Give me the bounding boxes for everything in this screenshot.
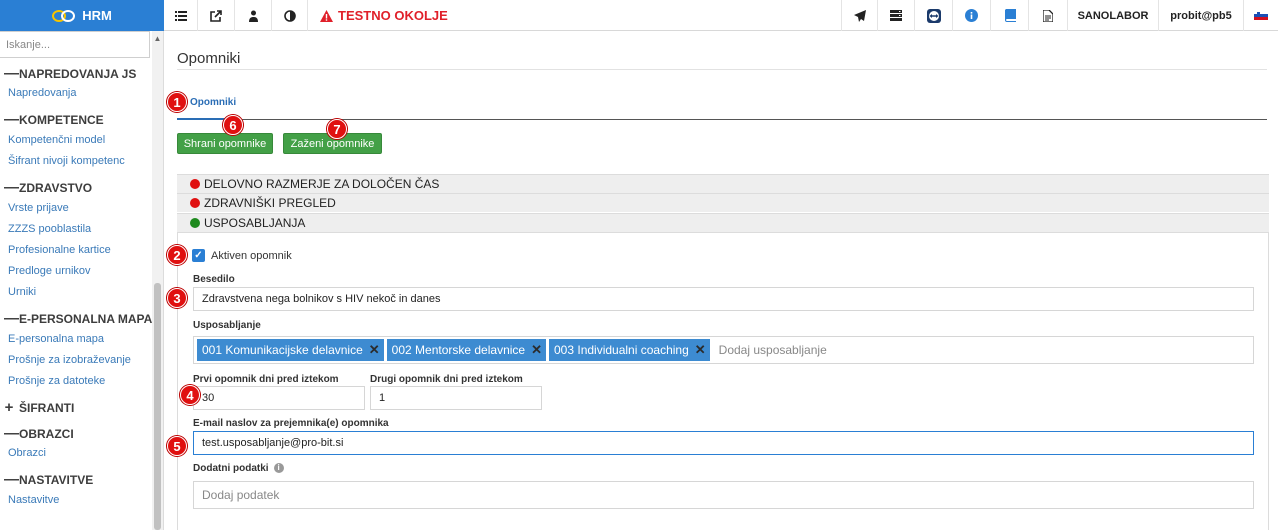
external-link-icon[interactable] xyxy=(198,0,235,31)
sidebar-item-predloge-urnikov[interactable]: Predloge urnikov xyxy=(8,265,91,277)
first-reminder-label: Prvi opomnik dni pred iztekom xyxy=(193,374,339,385)
annotation-badge: 7 xyxy=(327,119,347,139)
sidebar-item-vrste-prijave[interactable]: Vrste prijave xyxy=(8,202,69,214)
collapse-icon: — xyxy=(4,425,19,442)
info-icon[interactable]: i xyxy=(273,463,284,474)
accordion-delovno-razmerje[interactable]: DELOVNO RAZMERJE ZA DOLOČEN ČAS xyxy=(177,174,1269,193)
main-content: Opomniki Opomniki Shrani opomnike Zaženi… xyxy=(165,31,1278,530)
annotation-badge: 2 xyxy=(167,245,187,265)
email-label: E-mail naslov za prejemnika(e) opomnika xyxy=(193,418,389,429)
collapse-icon: — xyxy=(4,471,19,488)
document-icon[interactable] xyxy=(1029,0,1068,31)
app-logo[interactable]: HRM xyxy=(0,0,164,31)
top-bar: HRM TESTNO OKOLJE SANOLABOR probit@pb5 xyxy=(0,0,1278,31)
second-reminder-input[interactable]: 1 xyxy=(370,386,542,410)
collapse-icon: — xyxy=(4,179,19,196)
text-label: Besedilo xyxy=(193,274,235,285)
remove-tag-icon[interactable]: ✕ xyxy=(695,342,706,358)
server-icon[interactable] xyxy=(878,0,915,31)
sidebar-item-e-personalna-mapa[interactable]: E-personalna mapa xyxy=(8,333,104,345)
sidebar-item-napredovanja[interactable]: Napredovanja xyxy=(8,87,77,99)
info-icon[interactable] xyxy=(953,0,991,31)
environment-indicator: TESTNO OKOLJE xyxy=(308,0,460,31)
send-icon[interactable] xyxy=(841,0,878,31)
save-reminders-button[interactable]: Shrani opomnike xyxy=(177,133,273,154)
training-label: Usposabljanje xyxy=(193,320,261,331)
book-icon[interactable] xyxy=(991,0,1029,31)
title-divider xyxy=(177,69,1267,70)
sidebar-section-napredovanja[interactable]: — NAPREDOVANJA JS xyxy=(4,66,136,81)
annotation-badge: 3 xyxy=(167,288,187,308)
sidebar-section-e-personalna-mapa[interactable]: — E-PERSONALNA MAPA xyxy=(4,311,152,326)
list-icon[interactable] xyxy=(164,0,198,31)
sidebar-item-obrazci[interactable]: Obrazci xyxy=(8,447,46,459)
text-input[interactable]: Zdravstvena nega bolnikov s HIV nekoč in… xyxy=(193,287,1254,311)
logo-text: HRM xyxy=(82,8,112,23)
second-reminder-label: Drugi opomnik dni pred iztekom xyxy=(370,374,523,385)
sidebar-section-obrazci[interactable]: — OBRAZCI xyxy=(4,426,74,441)
status-dot-red xyxy=(190,179,200,189)
status-dot-green xyxy=(190,218,200,228)
annotation-badge: 1 xyxy=(167,92,187,112)
sidebar-item-urniki[interactable]: Urniki xyxy=(8,286,36,298)
accordion-zdravniski-pregled[interactable]: ZDRAVNIŠKI PREGLED xyxy=(177,193,1269,212)
logo-icon xyxy=(52,9,76,23)
sidebar-section-nastavitve[interactable]: — NASTAVITVE xyxy=(4,472,93,487)
page-title: Opomniki xyxy=(177,50,241,67)
sidebar-item-prosnje-datoteke[interactable]: Prošnje za datoteke xyxy=(8,375,105,387)
active-reminder-label: Aktiven opomnik xyxy=(211,250,292,262)
annotation-badge: 5 xyxy=(167,436,187,456)
training-tag: 002 Mentorske delavnice ✕ xyxy=(386,339,546,361)
annotation-badge: 6 xyxy=(223,115,243,135)
extra-data-label: Dodatni podatki i xyxy=(193,463,284,474)
sidebar: ▲ — NAPREDOVANJA JS Napredovanja — KOMPE… xyxy=(0,31,164,530)
training-add-placeholder[interactable]: Dodaj usposabljanje xyxy=(719,343,827,357)
training-tag: 003 Individualni coaching ✕ xyxy=(549,339,710,361)
sidebar-item-nastavitve[interactable]: Nastavitve xyxy=(8,494,59,506)
training-tag-input[interactable]: 001 Komunikacijske delavnice ✕ 002 Mento… xyxy=(193,336,1254,364)
email-input[interactable]: test.usposabljanje@pro-bit.si xyxy=(193,431,1254,455)
collapse-icon: — xyxy=(4,310,19,327)
sidebar-search-input[interactable] xyxy=(0,31,150,58)
contrast-icon[interactable] xyxy=(272,0,308,31)
sidebar-item-zzzs-pooblastila[interactable]: ZZZS pooblastila xyxy=(8,223,91,235)
teamviewer-icon[interactable] xyxy=(915,0,953,31)
training-tag: 001 Komunikacijske delavnice ✕ xyxy=(197,339,384,361)
sidebar-item-prosnje-izobrazevanje[interactable]: Prošnje za izobraževanje xyxy=(8,354,131,366)
collapse-icon: — xyxy=(4,65,19,82)
tab-opomniki[interactable]: Opomniki xyxy=(190,97,236,108)
environment-label: TESTNO OKOLJE xyxy=(338,8,448,23)
sidebar-section-sifranti[interactable]: + ŠIFRANTI xyxy=(4,399,75,416)
expand-icon: + xyxy=(4,399,14,416)
annotation-badge: 4 xyxy=(180,385,200,405)
sidebar-section-kompetence[interactable]: — KOMPETENCE xyxy=(4,112,104,127)
sidebar-item-sifrant-nivoji[interactable]: Šifrant nivoji kompetenc xyxy=(8,155,125,167)
accordion-usposabljanja[interactable]: USPOSABLJANJA xyxy=(177,213,1269,232)
sidebar-item-profesionalne-kartice[interactable]: Profesionalne kartice xyxy=(8,244,111,256)
scroll-up-icon[interactable]: ▲ xyxy=(152,34,163,43)
extra-data-input[interactable]: Dodaj podatek xyxy=(193,481,1254,509)
collapse-icon: — xyxy=(4,111,19,128)
first-reminder-input[interactable]: 30 xyxy=(193,386,365,410)
sidebar-item-kompetencni-model[interactable]: Kompetenčni model xyxy=(8,134,105,146)
remove-tag-icon[interactable]: ✕ xyxy=(369,342,380,358)
language-flag-icon[interactable] xyxy=(1244,0,1278,31)
warning-icon xyxy=(320,9,333,22)
remove-tag-icon[interactable]: ✕ xyxy=(531,342,542,358)
user-name[interactable]: probit@pb5 xyxy=(1159,0,1244,31)
company-name[interactable]: SANOLABOR xyxy=(1068,0,1159,31)
active-reminder-checkbox[interactable]: ✓ xyxy=(192,249,205,262)
sidebar-scroll-thumb[interactable] xyxy=(154,283,161,530)
status-dot-red xyxy=(190,198,200,208)
sidebar-section-zdravstvo[interactable]: — ZDRAVSTVO xyxy=(4,180,92,195)
user-secret-icon[interactable] xyxy=(235,0,272,31)
